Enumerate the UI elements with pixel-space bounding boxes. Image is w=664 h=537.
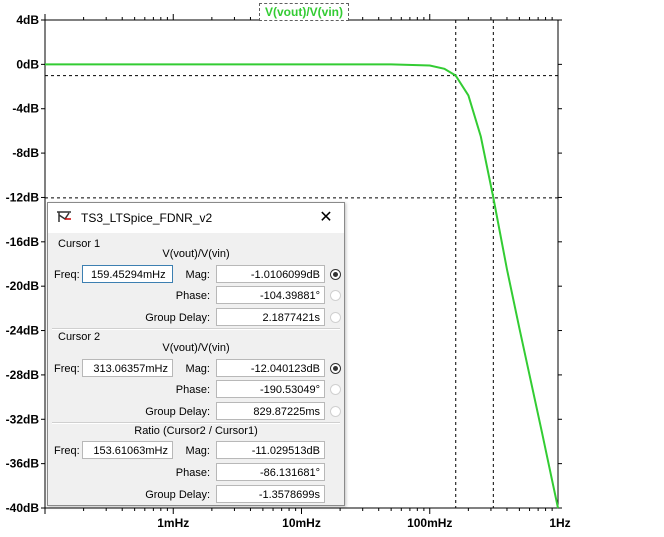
y-tick-label: -20dB xyxy=(6,279,40,293)
cursor2-mag-radio[interactable] xyxy=(330,363,341,374)
cursor1-expression: V(vout)/V(vin) xyxy=(162,248,230,260)
y-tick-label: -28dB xyxy=(6,368,40,382)
cursor2-phase-value: -190.53049° xyxy=(216,380,325,398)
y-tick-label: 4dB xyxy=(16,13,39,27)
cursor1-mag-radio[interactable] xyxy=(330,269,341,280)
y-tick-label: -16dB xyxy=(6,235,40,249)
cursor1-freq-label: Freq: xyxy=(54,269,80,281)
ratio-phase-label: Phase: xyxy=(175,467,210,479)
ltspice-icon xyxy=(57,211,71,222)
divider xyxy=(52,422,340,424)
y-tick-label: -4dB xyxy=(12,102,39,116)
cursor2-freq-input[interactable]: 313.06357mHz xyxy=(82,359,173,377)
divider xyxy=(52,328,340,330)
cursor1-phase-value: -104.39881° xyxy=(216,286,325,304)
cursor1-freq-input[interactable]: 159.45294mHz xyxy=(82,265,173,283)
ratio-phase-value: -86.131681° xyxy=(216,463,325,481)
x-tick-label: 100mHz xyxy=(407,516,452,530)
close-button[interactable]: ✕ xyxy=(314,207,338,229)
y-tick-label: -12dB xyxy=(6,190,40,204)
x-tick-label: 1Hz xyxy=(549,516,570,530)
y-tick-label: -36dB xyxy=(6,457,40,471)
x-tick-label: 1mHz xyxy=(157,516,189,530)
ratio-freq-value: 153.61063mHz xyxy=(82,441,173,459)
cursor2-phase-radio[interactable] xyxy=(330,384,341,395)
y-tick-label: -32dB xyxy=(6,412,40,426)
cursor1-gd-value: 2.1877421s xyxy=(216,308,325,326)
cursor2-mag-label: Mag: xyxy=(185,363,210,375)
cursor1-phase-label: Phase: xyxy=(175,290,210,302)
y-tick-label: -40dB xyxy=(6,501,40,515)
cursor2-gd-radio[interactable] xyxy=(330,406,341,417)
ratio-mag-label: Mag: xyxy=(185,445,210,457)
cursor1-mag-value: -1.0106099dB xyxy=(216,265,325,283)
trace-title[interactable]: V(vout)/V(vin) xyxy=(259,3,349,21)
cursor1-gd-label: Group Delay: xyxy=(145,312,210,324)
dialog-titlebar[interactable]: TS3_LTSpice_FDNR_v2 ✕ xyxy=(48,203,344,233)
cursor2-expression: V(vout)/V(vin) xyxy=(162,342,230,354)
cursor1-gd-radio[interactable] xyxy=(330,312,341,323)
ratio-mag-value: -11.029513dB xyxy=(216,441,325,459)
y-tick-label: 0dB xyxy=(16,57,39,71)
cursor2-mag-value: -12.040123dB xyxy=(216,359,325,377)
y-tick-label: -24dB xyxy=(6,324,40,338)
cursor2-freq-label: Freq: xyxy=(54,363,80,375)
cursor2-gd-label: Group Delay: xyxy=(145,406,210,418)
ratio-header: Ratio (Cursor2 / Cursor1) xyxy=(134,425,258,437)
x-tick-label: 10mHz xyxy=(282,516,321,530)
y-tick-label: -8dB xyxy=(12,146,39,160)
cursor-dialog[interactable]: TS3_LTSpice_FDNR_v2 ✕ Cursor 1 V(vout)/V… xyxy=(47,202,345,506)
cursor2-gd-value: 829.87225ms xyxy=(216,402,325,420)
cursor1-phase-radio[interactable] xyxy=(330,290,341,301)
cursor1-mag-label: Mag: xyxy=(185,269,210,281)
ratio-gd-label: Group Delay: xyxy=(145,489,210,501)
dialog-title: TS3_LTSpice_FDNR_v2 xyxy=(81,211,213,225)
ratio-freq-label: Freq: xyxy=(54,445,80,457)
ratio-gd-value: -1.3578699s xyxy=(216,485,325,503)
cursor2-phase-label: Phase: xyxy=(175,384,210,396)
